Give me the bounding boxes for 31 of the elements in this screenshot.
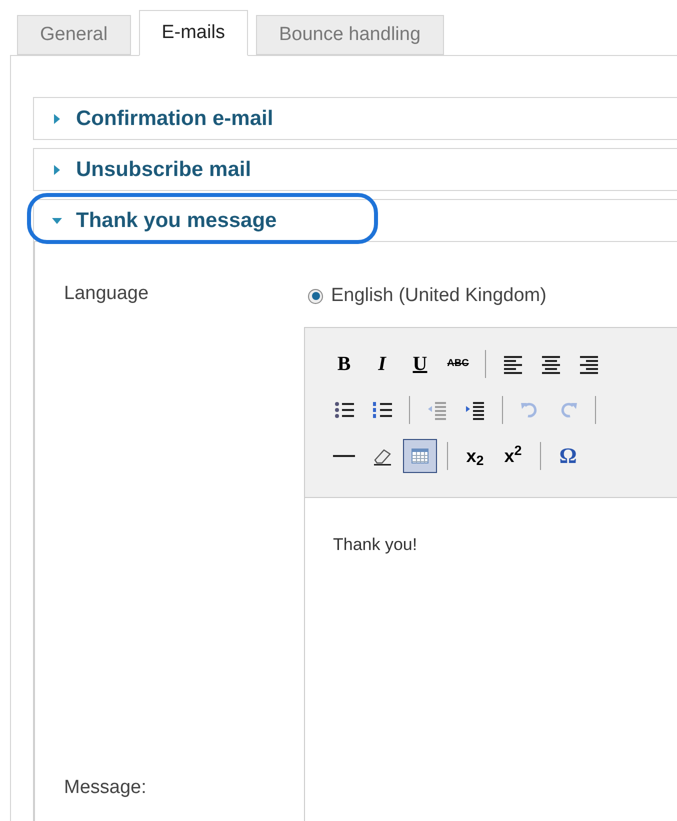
language-label: Language — [64, 282, 149, 306]
tab[interactable]: E-mails — [138, 10, 248, 56]
toolbar-button[interactable] — [403, 438, 437, 472]
horizontal-rule-icon — [333, 454, 355, 456]
accordion-header[interactable]: Thank you message — [33, 199, 677, 242]
format-button[interactable]: x$_{2}$ — [458, 438, 492, 472]
numbered-list-icon — [371, 400, 393, 420]
bulleted-list-icon — [333, 400, 355, 420]
message-label: Message: — [64, 776, 146, 800]
accordion-header[interactable]: Confirmation e-mail — [33, 97, 677, 140]
caret-down-icon — [52, 216, 62, 226]
radio-button[interactable] — [308, 288, 323, 304]
format-button[interactable]: x$^{2}$ — [496, 438, 530, 472]
align-center-icon — [540, 354, 562, 374]
format-button[interactable]: I — [365, 346, 399, 380]
radio-option[interactable]: English (United Kingdom) — [308, 282, 677, 310]
accordion-header[interactable]: Unsubscribe mail — [33, 148, 677, 191]
format-button[interactable]: ABC — [441, 346, 475, 380]
table-icon — [409, 446, 431, 466]
outdent-icon — [426, 400, 448, 420]
caret-right-icon — [52, 164, 62, 174]
tab[interactable]: Bounce handling — [256, 15, 444, 55]
format-button[interactable]: B — [327, 346, 361, 380]
align-right-icon — [578, 354, 600, 374]
align-left-icon — [502, 354, 524, 374]
indent-icon — [464, 400, 486, 420]
format-button[interactable]: U — [403, 346, 437, 380]
caret-right-icon — [52, 114, 62, 124]
editor-text: Thank you! — [333, 534, 418, 554]
tab[interactable]: General — [17, 15, 131, 55]
special-character-button[interactable]: Ω — [551, 438, 585, 472]
